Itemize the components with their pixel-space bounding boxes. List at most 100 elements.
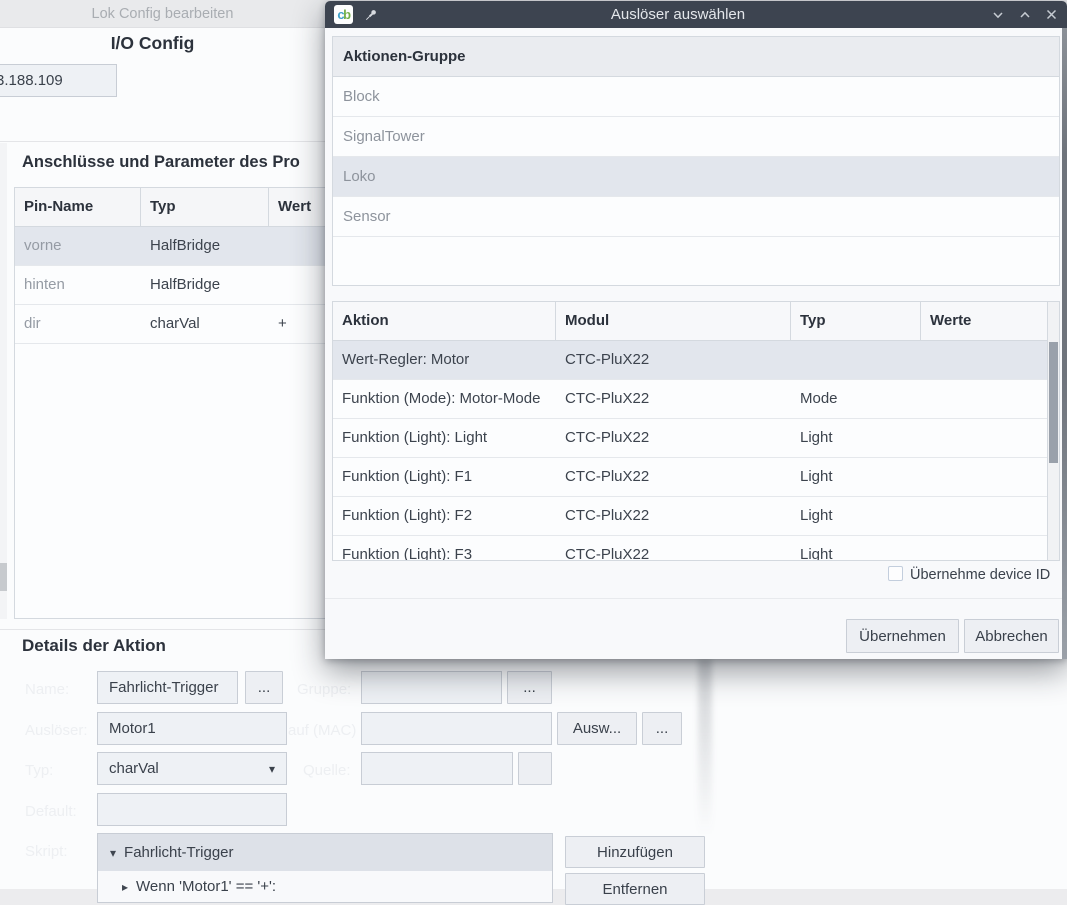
name-input[interactable] (97, 671, 238, 704)
typ-cell: Mode (791, 380, 921, 418)
table-row[interactable]: Funktion (Light): F2 CTC-PluX22 Light (333, 497, 1047, 536)
modul-cell: CTC-PluX22 (556, 341, 791, 379)
pin-icon[interactable] (365, 8, 378, 21)
auf-mac-input[interactable] (361, 712, 552, 745)
apply-button[interactable]: Übernehmen (846, 619, 959, 653)
typ-label: Typ: (25, 762, 53, 779)
table-row[interactable]: Funktion (Light): Light CTC-PluX22 Light (333, 419, 1047, 458)
typ-cell: HalfBridge (141, 227, 269, 265)
werte-cell (921, 536, 1047, 561)
actions-scrollbar-thumb[interactable] (1049, 342, 1058, 463)
aktion-cell: Funktion (Light): F3 (333, 536, 556, 561)
pins-section-heading: Anschlüsse und Parameter des Pro (22, 153, 300, 172)
io-config-heading: I/O Config (0, 33, 305, 54)
add-button[interactable]: Hinzufügen (565, 836, 705, 868)
ausloeser-input[interactable] (97, 712, 287, 745)
script-tree: ▾ Fahrlicht-Trigger ▸ Wenn 'Motor1' == '… (97, 833, 553, 903)
dialog-title: Auslöser auswählen (378, 6, 978, 23)
list-item[interactable]: Sensor (333, 197, 1059, 237)
gruppe-browse-button[interactable]: ... (507, 671, 552, 704)
window-scrollbar-edge[interactable] (1062, 28, 1067, 659)
typ-cell (791, 341, 921, 379)
device-id-checkbox[interactable] (888, 566, 903, 581)
auf-mac-browse-button[interactable]: ... (642, 712, 682, 745)
chevron-collapsed-icon: ▸ (122, 880, 128, 894)
app-logo: c b (334, 5, 353, 24)
pin-table-col-typ: Typ (141, 188, 269, 226)
chevron-down-icon: ▾ (269, 762, 275, 776)
quelle-browse-button[interactable] (518, 752, 552, 785)
close-icon[interactable] (1045, 8, 1058, 21)
aktion-cell: Funktion (Light): F2 (333, 497, 556, 535)
auswahl-button[interactable]: Ausw... (557, 712, 637, 745)
script-tree-root-label: Fahrlicht-Trigger (124, 844, 233, 861)
modul-cell: CTC-PluX22 (556, 458, 791, 496)
typ-select[interactable]: charVal ▾ (97, 752, 287, 785)
name-browse-button[interactable]: ... (245, 671, 283, 704)
modul-cell: CTC-PluX22 (556, 419, 791, 457)
dialog-titlebar[interactable]: c b Auslöser auswählen (325, 1, 1067, 28)
typ-cell: Light (791, 497, 921, 535)
list-item[interactable]: Loko (333, 157, 1059, 197)
script-tree-child-label: Wenn 'Motor1' == '+': (136, 878, 276, 895)
action-groups-header: Aktionen-Gruppe (333, 37, 1059, 77)
left-scrollbar-track[interactable] (0, 143, 7, 619)
actions-table-header: Aktion Modul Typ Werte (333, 302, 1047, 341)
logo-letter-b: b (343, 7, 349, 22)
table-row[interactable]: Funktion (Light): F1 CTC-PluX22 Light (333, 458, 1047, 497)
modul-cell: CTC-PluX22 (556, 536, 791, 561)
col-typ: Typ (791, 302, 921, 340)
pin-table-col-pin-name: Pin-Name (15, 188, 141, 226)
table-row[interactable]: Funktion (Mode): Motor-Mode CTC-PluX22 M… (333, 380, 1047, 419)
quelle-label: Quelle: (303, 762, 351, 779)
pin-cell: hinten (15, 266, 141, 304)
col-modul: Modul (556, 302, 791, 340)
col-aktion: Aktion (333, 302, 556, 340)
dialog-shadow (698, 659, 712, 879)
default-label: Default: (25, 803, 77, 820)
typ-cell: Light (791, 536, 921, 561)
remove-button[interactable]: Entfernen (565, 873, 705, 905)
typ-cell: charVal (141, 305, 269, 343)
ausloeser-label: Auslöser: (25, 722, 88, 739)
werte-cell (921, 497, 1047, 535)
typ-cell: Light (791, 419, 921, 457)
gruppe-label: Gruppe: (297, 681, 351, 698)
gruppe-input[interactable] (361, 671, 502, 704)
quelle-input[interactable] (361, 752, 513, 785)
col-werte: Werte (921, 302, 1047, 340)
device-id-checkbox-label: Übernehme device ID (910, 567, 1050, 583)
werte-cell (921, 341, 1047, 379)
typ-cell: Light (791, 458, 921, 496)
ausloeser-dialog: c b Auslöser auswählen Aktionen-Gruppe B… (325, 1, 1067, 659)
modul-cell: CTC-PluX22 (556, 497, 791, 535)
typ-select-value: charVal (109, 760, 159, 777)
background-window-title: Lok Config bearbeiten (0, 0, 325, 28)
unshade-icon[interactable] (1018, 8, 1032, 22)
chevron-expanded-icon: ▾ (110, 846, 116, 860)
shade-icon[interactable] (991, 8, 1005, 22)
aktion-cell: Funktion (Mode): Motor-Mode (333, 380, 556, 418)
left-scrollbar-thumb[interactable] (0, 563, 7, 591)
list-item[interactable]: SignalTower (333, 117, 1059, 157)
script-tree-root[interactable]: ▾ Fahrlicht-Trigger (98, 834, 552, 871)
table-row[interactable]: Wert-Regler: Motor CTC-PluX22 (333, 341, 1047, 380)
action-groups-list: Aktionen-Gruppe Block SignalTower Loko S… (332, 36, 1060, 286)
dialog-footer-divider (325, 598, 1067, 599)
table-row[interactable]: Funktion (Light): F3 CTC-PluX22 Light (333, 536, 1047, 561)
aktion-cell: Funktion (Light): F1 (333, 458, 556, 496)
werte-cell (921, 380, 1047, 418)
pin-cell: dir (15, 305, 141, 343)
typ-cell: HalfBridge (141, 266, 269, 304)
default-input[interactable] (97, 793, 287, 826)
cancel-button[interactable]: Abbrechen (964, 619, 1059, 653)
aktion-cell: Wert-Regler: Motor (333, 341, 556, 379)
pin-cell: vorne (15, 227, 141, 265)
actions-scrollbar-track[interactable] (1048, 301, 1060, 561)
werte-cell (921, 458, 1047, 496)
script-tree-child[interactable]: ▸ Wenn 'Motor1' == '+': (122, 878, 552, 895)
modul-cell: CTC-PluX22 (556, 380, 791, 418)
device-id-input[interactable] (0, 64, 117, 97)
list-item[interactable]: Block (333, 77, 1059, 117)
werte-cell (921, 419, 1047, 457)
